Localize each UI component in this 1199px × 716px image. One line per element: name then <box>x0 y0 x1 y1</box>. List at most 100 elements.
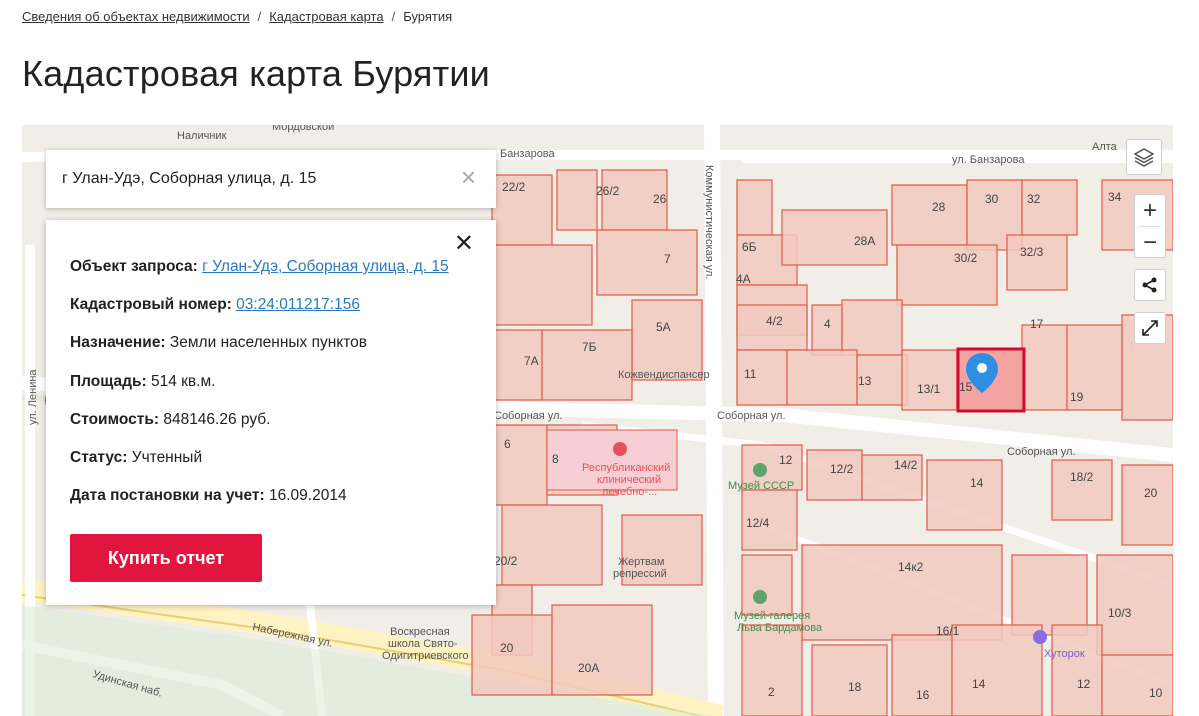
house-number: 12 <box>1077 677 1091 691</box>
address-search-box[interactable]: г Улан-Удэ, Соборная улица, д. 15 × <box>46 150 496 208</box>
street-label: Алта <box>1092 141 1118 153</box>
parcel <box>596 229 698 296</box>
house-number: 12 <box>779 453 793 467</box>
house-number: 7 <box>664 252 671 266</box>
house-number: 14 <box>972 677 986 691</box>
poi-label: репрессий <box>613 568 667 580</box>
fullscreen-icon <box>1142 320 1158 336</box>
parcel <box>891 184 968 246</box>
breadcrumb-separator: / <box>257 9 262 24</box>
hotel-icon <box>1033 630 1047 644</box>
info-row-object: Объект запроса: г Улан-Удэ, Соборная ули… <box>70 258 449 276</box>
house-number: 10/3 <box>1108 606 1132 620</box>
house-number: 26/2 <box>596 184 620 198</box>
share-icon <box>1142 277 1157 293</box>
clear-search-icon[interactable]: × <box>461 164 476 190</box>
house-number: 6Б <box>742 240 757 254</box>
street-label: Соборная ул. <box>717 410 786 422</box>
house-number: 28А <box>854 234 875 248</box>
parcel <box>491 424 548 506</box>
parcel <box>926 459 1003 531</box>
info-row-status: Статус: Учтенный <box>70 449 202 467</box>
street-label: ул. Ленина <box>27 369 39 425</box>
info-value: 848146.26 руб. <box>163 411 271 428</box>
house-number: 18/2 <box>1070 470 1094 484</box>
search-input[interactable]: г Улан-Удэ, Соборная улица, д. 15 <box>62 170 316 188</box>
house-number: 32/3 <box>1020 245 1044 259</box>
breadcrumb-link-realty[interactable]: Сведения об объектах недвижимости <box>22 9 250 24</box>
house-number: 10 <box>1149 686 1163 700</box>
info-label: Стоимость: <box>70 411 160 428</box>
parcel <box>1096 554 1173 656</box>
info-label: Статус: <box>70 449 128 466</box>
house-number: 7Б <box>582 340 597 354</box>
house-number: 13 <box>858 374 872 388</box>
poi-label: клинический <box>597 474 661 486</box>
parcel <box>736 179 773 236</box>
parcel <box>1011 554 1088 636</box>
poi-label: Льва Бардамова <box>737 622 823 634</box>
poi-label: Одигитриевского <box>382 650 469 662</box>
parcel <box>501 504 603 586</box>
zoom-in-button[interactable]: + <box>1135 195 1165 226</box>
share-button[interactable] <box>1134 269 1166 301</box>
poi-label: Хуторок <box>1044 648 1085 660</box>
street-label: Соборная ул. <box>494 410 563 422</box>
parcel <box>1121 464 1173 546</box>
house-number: 2 <box>768 685 775 699</box>
house-number: 34 <box>1108 190 1122 204</box>
house-number: 26 <box>653 192 667 206</box>
object-address-link[interactable]: г Улан-Удэ, Соборная улица, д. 15 <box>202 258 448 275</box>
parcel <box>741 554 793 616</box>
house-number: 12/2 <box>830 462 854 476</box>
zoom-out-button[interactable]: − <box>1135 227 1165 258</box>
street-label: ул. Банзарова <box>952 154 1025 166</box>
parcel <box>631 299 703 381</box>
parcel <box>741 624 803 716</box>
fullscreen-button[interactable] <box>1134 312 1166 344</box>
breadcrumb-link-cadastral-map[interactable]: Кадастровая карта <box>269 9 383 24</box>
parcel <box>786 349 858 406</box>
poi-label: Музей СССР <box>728 480 794 492</box>
poi-label: Воскресная <box>390 626 450 638</box>
parcel <box>1051 624 1103 716</box>
poi-label: Музей-галерея <box>734 610 810 622</box>
info-row-area: Площадь: 514 кв.м. <box>70 373 215 391</box>
layers-icon <box>1133 148 1155 167</box>
street-label: Наличник <box>177 130 227 142</box>
house-number: 7А <box>524 354 539 368</box>
info-value: 514 кв.м. <box>150 373 216 390</box>
street-label: Мордовской <box>272 125 334 133</box>
info-label: Дата постановки на учет: <box>70 487 265 504</box>
info-value: Земли населенных пунктов <box>169 334 368 351</box>
house-number: 4 <box>824 317 831 331</box>
museum-icon <box>753 463 767 477</box>
breadcrumb-separator: / <box>391 9 396 24</box>
poi-label: Жертвам <box>618 556 664 568</box>
house-number: 6 <box>504 437 511 451</box>
house-number: 32 <box>1027 192 1041 206</box>
house-number: 18 <box>848 680 862 694</box>
close-icon[interactable]: ✕ <box>454 232 474 256</box>
cadastral-map[interactable]: Наличник Мордовской Банзарова ул. Банзар… <box>22 125 1173 716</box>
house-number: 4/2 <box>766 314 783 328</box>
house-number: 4А <box>736 272 751 286</box>
parcel <box>951 624 1043 716</box>
house-number: 16 <box>916 688 930 702</box>
house-number: 30/2 <box>954 251 978 265</box>
info-row-date: Дата постановки на учет: 16.09.2014 <box>70 487 347 505</box>
house-number: 20 <box>500 641 514 655</box>
house-number: 30 <box>985 192 999 206</box>
parcel <box>1006 234 1068 291</box>
house-number: 14 <box>970 476 984 490</box>
page-title: Кадастровая карта Бурятии <box>22 53 490 94</box>
buy-report-button[interactable]: Купить отчет <box>70 534 262 582</box>
parcel <box>891 634 953 716</box>
parcel <box>471 614 553 696</box>
info-value: Учтенный <box>131 449 203 466</box>
layers-button[interactable] <box>1126 139 1162 175</box>
house-number: 16/1 <box>936 624 960 638</box>
parcel <box>551 604 653 696</box>
info-row-purpose: Назначение: Земли населенных пунктов <box>70 334 367 352</box>
cadastral-number-link[interactable]: 03:24:011217:156 <box>236 296 360 313</box>
